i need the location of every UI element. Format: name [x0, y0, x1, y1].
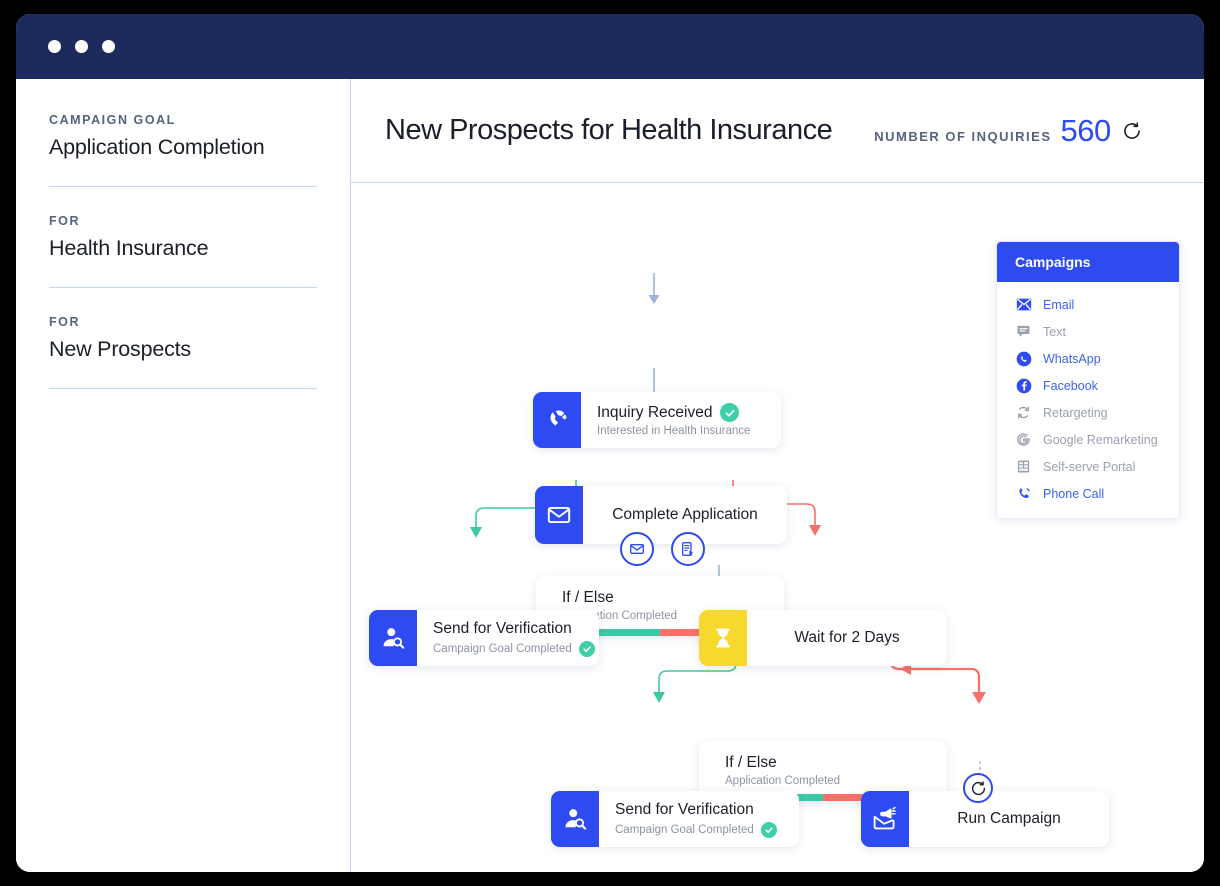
- if-else-title: If / Else: [725, 754, 947, 772]
- campaign-item-email[interactable]: Email: [997, 291, 1179, 318]
- campaign-item-label: Phone Call: [1043, 487, 1104, 501]
- google-icon: [1015, 431, 1032, 448]
- flow-canvas: Inquiry Received Interested in Health In…: [351, 183, 1204, 871]
- campaign-item-text[interactable]: Text: [997, 318, 1179, 345]
- campaign-item-label: WhatsApp: [1043, 352, 1101, 366]
- title-bar: [16, 14, 1204, 79]
- flow-node-title: Run Campaign: [925, 810, 1093, 828]
- window-dot-maximize[interactable]: [102, 40, 115, 53]
- check-icon: [579, 641, 595, 657]
- flow-node-subtitle: Campaign Goal Completed: [433, 641, 595, 657]
- whatsapp-icon: [1015, 350, 1032, 367]
- campaign-item-label: Google Remarketing: [1043, 433, 1158, 447]
- campaign-item-phone-call[interactable]: Phone Call: [997, 480, 1179, 507]
- megaphone-envelope-icon: [861, 791, 909, 847]
- flow-node-title: Send for Verification: [433, 620, 595, 638]
- campaigns-panel[interactable]: Campaigns Email Text: [996, 241, 1180, 519]
- campaigns-list: Email Text WhatsApp: [997, 282, 1179, 518]
- campaign-item-self-serve-portal[interactable]: Self-serve Portal: [997, 453, 1179, 480]
- flow-node-title: Complete Application: [599, 506, 771, 524]
- badge-mobile-form-icon[interactable]: [671, 532, 705, 566]
- window-dot-close[interactable]: [48, 40, 61, 53]
- flow-node-send-for-verification-2[interactable]: Send for Verification Campaign Goal Comp…: [551, 791, 799, 847]
- sidebar-item-for-product[interactable]: FOR Health Insurance: [49, 187, 317, 288]
- facebook-icon: [1015, 377, 1032, 394]
- check-icon: [761, 822, 777, 838]
- flow-node-subtitle: Campaign Goal Completed: [615, 822, 783, 838]
- hourglass-icon: [699, 610, 747, 666]
- envelope-icon: [535, 486, 583, 544]
- sidebar-kicker-for-product: FOR: [49, 214, 317, 228]
- app-body: CAMPAIGN GOAL Application Completion FOR…: [16, 79, 1204, 872]
- flow-node-inquiry-received[interactable]: Inquiry Received Interested in Health In…: [533, 392, 781, 448]
- magnet-icon: [533, 392, 581, 448]
- sidebar: CAMPAIGN GOAL Application Completion FOR…: [16, 79, 351, 872]
- campaign-item-label: Self-serve Portal: [1043, 460, 1135, 474]
- inquiries-label: NUMBER OF INQUIRIES: [874, 129, 1051, 144]
- campaigns-panel-title: Campaigns: [997, 242, 1179, 282]
- flow-node-inquiry-received-text: Inquiry Received Interested in Health In…: [581, 392, 781, 448]
- chat-icon: [1015, 323, 1032, 340]
- flow-node-title-text: Inquiry Received: [597, 404, 712, 422]
- window-controls: [48, 40, 115, 53]
- campaign-item-label: Email: [1043, 298, 1074, 312]
- flow-node-subtitle-text: Campaign Goal Completed: [433, 643, 572, 655]
- person-search-icon: [551, 791, 599, 847]
- flow-node-send-for-verification-1-text: Send for Verification Campaign Goal Comp…: [417, 610, 611, 666]
- campaign-item-label: Retargeting: [1043, 406, 1108, 420]
- main-content: New Prospects for Health Insurance NUMBE…: [351, 79, 1204, 872]
- flow-node-title: Inquiry Received: [597, 403, 765, 422]
- flow-node-wait-for-2-days[interactable]: Wait for 2 Days: [699, 610, 947, 666]
- retarget-icon: [1015, 404, 1032, 421]
- check-icon: [720, 403, 739, 422]
- if-else-title: If / Else: [562, 589, 784, 607]
- phone-icon: [1015, 485, 1032, 502]
- person-search-icon: [369, 610, 417, 666]
- refresh-icon[interactable]: [1122, 121, 1142, 141]
- campaign-item-whatsapp[interactable]: WhatsApp: [997, 345, 1179, 372]
- sidebar-kicker-for-audience: FOR: [49, 315, 317, 329]
- flow-node-send-for-verification-1[interactable]: Send for Verification Campaign Goal Comp…: [369, 610, 599, 666]
- page-header: New Prospects for Health Insurance NUMBE…: [351, 79, 1204, 183]
- flow-node-run-campaign-text: Run Campaign: [909, 791, 1109, 847]
- if-else-subtitle: Application Completed: [725, 775, 947, 787]
- flow-node-title: Wait for 2 Days: [763, 629, 931, 647]
- flow-node-wait-text: Wait for 2 Days: [747, 610, 947, 666]
- flow-node-send-for-verification-2-text: Send for Verification Campaign Goal Comp…: [599, 791, 799, 847]
- sidebar-kicker-campaign-goal: CAMPAIGN GOAL: [49, 113, 317, 127]
- sidebar-item-for-audience[interactable]: FOR New Prospects: [49, 288, 317, 389]
- campaign-item-facebook[interactable]: Facebook: [997, 372, 1179, 399]
- badge-refresh-icon[interactable]: [963, 773, 993, 803]
- flow-node-subtitle-text: Campaign Goal Completed: [615, 824, 754, 836]
- inquiries-counter: NUMBER OF INQUIRIES 560: [874, 113, 1142, 149]
- app-window: CAMPAIGN GOAL Application Completion FOR…: [16, 14, 1204, 872]
- campaign-item-retargeting[interactable]: Retargeting: [997, 399, 1179, 426]
- flow-node-complete-application[interactable]: Complete Application: [535, 486, 787, 544]
- inquiries-value: 560: [1061, 113, 1111, 149]
- sidebar-value-for-product: Health Insurance: [49, 236, 317, 261]
- email-icon: [1015, 296, 1032, 313]
- campaign-item-label: Facebook: [1043, 379, 1098, 393]
- sidebar-item-campaign-goal[interactable]: CAMPAIGN GOAL Application Completion: [49, 79, 317, 187]
- sidebar-value-for-audience: New Prospects: [49, 337, 317, 362]
- campaign-item-google-remarketing[interactable]: Google Remarketing: [997, 426, 1179, 453]
- page-title: New Prospects for Health Insurance: [385, 114, 832, 147]
- campaign-item-label: Text: [1043, 325, 1066, 339]
- portal-icon: [1015, 458, 1032, 475]
- flow-node-title: Send for Verification: [615, 801, 783, 819]
- flow-node-subtitle: Interested in Health Insurance: [597, 425, 765, 437]
- sidebar-value-campaign-goal: Application Completion: [49, 135, 317, 160]
- badge-envelope-icon[interactable]: [620, 532, 654, 566]
- window-dot-minimize[interactable]: [75, 40, 88, 53]
